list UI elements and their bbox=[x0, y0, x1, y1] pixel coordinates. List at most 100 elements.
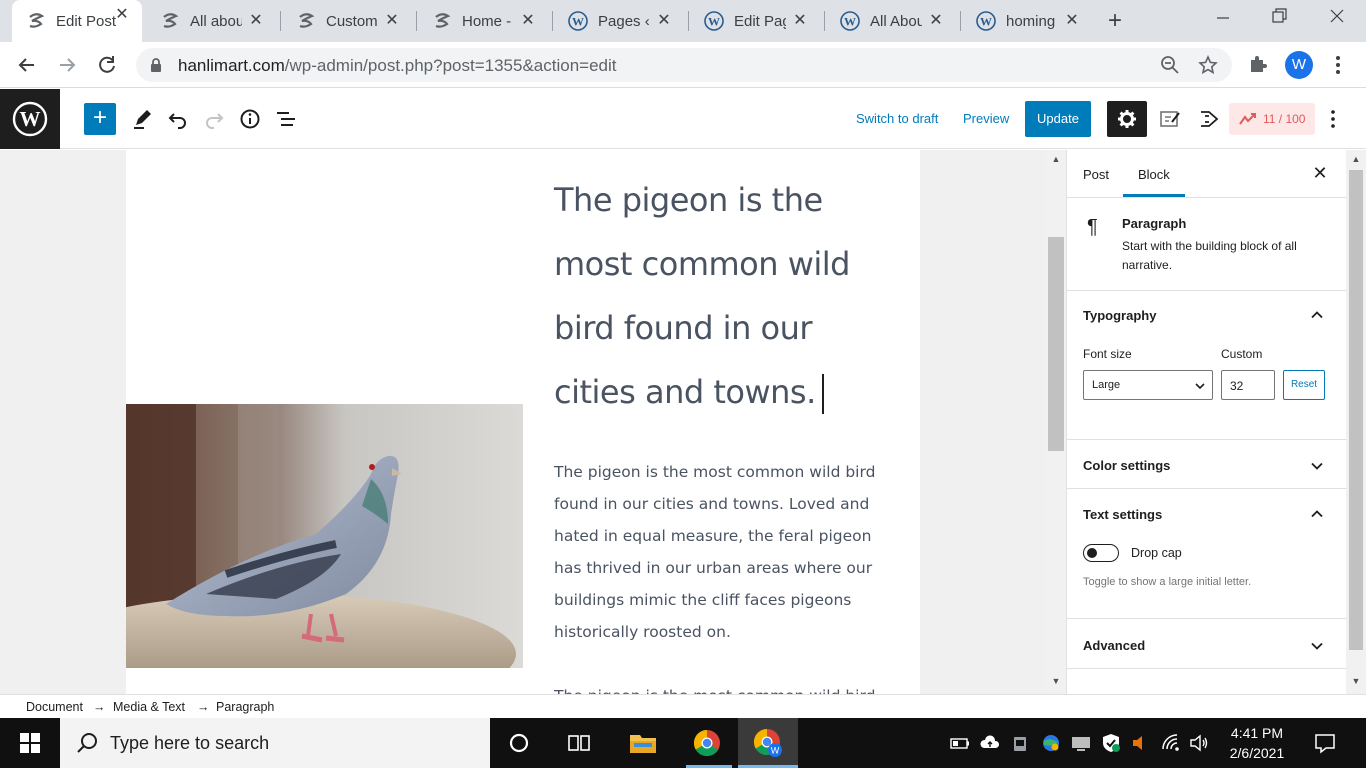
chevron-down-icon[interactable] bbox=[1310, 639, 1324, 653]
advanced-panel-toggle[interactable]: Advanced bbox=[1083, 638, 1145, 653]
minimize-button[interactable] bbox=[1208, 6, 1238, 32]
more-options-icon[interactable] bbox=[1326, 107, 1340, 131]
speaker-icon[interactable] bbox=[1189, 733, 1209, 753]
browser-tab[interactable]: W Pages ‹ I ✕ bbox=[554, 6, 684, 36]
custom-font-size-input[interactable]: 32 bbox=[1221, 370, 1275, 400]
system-clock[interactable]: 4:41 PM 2/6/2021 bbox=[1217, 723, 1297, 763]
close-tab-icon[interactable]: ✕ bbox=[246, 11, 266, 31]
security-shield-icon[interactable] bbox=[1101, 733, 1121, 753]
task-view-button[interactable] bbox=[562, 726, 596, 760]
zoom-icon[interactable] bbox=[1160, 55, 1180, 75]
undo-icon[interactable] bbox=[166, 107, 190, 131]
preview-button[interactable]: Preview bbox=[963, 111, 1009, 126]
wifi-icon[interactable] bbox=[1161, 733, 1181, 753]
globe-network-icon[interactable] bbox=[1041, 733, 1061, 753]
url-text[interactable]: hanlimart.com/wp-admin/post.php?post=135… bbox=[178, 56, 617, 76]
color-settings-panel-toggle[interactable]: Color settings bbox=[1083, 458, 1170, 473]
reload-icon[interactable] bbox=[94, 52, 120, 78]
media-text-block[interactable]: The pigeon is the most common wild bird … bbox=[126, 150, 920, 694]
font-size-select[interactable]: Large bbox=[1083, 370, 1213, 400]
close-tab-icon[interactable]: ✕ bbox=[926, 11, 946, 31]
scroll-up-icon[interactable]: ▲ bbox=[1346, 154, 1366, 170]
volume-muted-icon[interactable] bbox=[1131, 733, 1151, 753]
onedrive-upload-icon[interactable] bbox=[980, 733, 1000, 753]
text-settings-panel-toggle[interactable]: Text settings bbox=[1083, 507, 1162, 522]
address-bar[interactable]: hanlimart.com/wp-admin/post.php?post=135… bbox=[136, 48, 1232, 82]
tab-block[interactable]: Block bbox=[1138, 167, 1170, 182]
close-tab-icon[interactable]: ✕ bbox=[382, 11, 402, 31]
browser-menu-icon[interactable] bbox=[1330, 54, 1346, 76]
media-text-paragraph-next[interactable]: The pigeon is the most common wild bird bbox=[554, 680, 894, 694]
browser-tab-edit-post[interactable]: Edit Post ✕ bbox=[12, 0, 142, 42]
text-cursor bbox=[821, 374, 824, 414]
lock-icon[interactable] bbox=[150, 57, 162, 73]
close-tab-icon[interactable]: ✕ bbox=[654, 11, 674, 31]
canvas-scrollbar[interactable]: ▲ ▼ bbox=[1046, 150, 1066, 694]
drop-cap-toggle[interactable] bbox=[1083, 544, 1119, 562]
breadcrumb-document[interactable]: Document bbox=[26, 700, 83, 714]
start-button[interactable] bbox=[0, 718, 60, 768]
close-tab-icon[interactable]: ✕ bbox=[1062, 11, 1082, 31]
wordpress-icon: W bbox=[976, 11, 996, 31]
reset-font-size-button[interactable]: Reset bbox=[1283, 370, 1325, 400]
bookmark-star-icon[interactable] bbox=[1198, 55, 1218, 75]
forward-arrow-icon[interactable] bbox=[54, 52, 80, 78]
chevron-down-icon bbox=[1195, 383, 1205, 390]
chrome-taskbar-button[interactable] bbox=[690, 726, 724, 760]
profile-avatar[interactable]: W bbox=[1285, 51, 1313, 79]
media-text-paragraph[interactable]: The pigeon is the most common wild bird … bbox=[554, 456, 894, 648]
scrollbar-thumb[interactable] bbox=[1048, 237, 1064, 451]
notifications-icon[interactable] bbox=[1314, 732, 1336, 754]
chrome-profile-icon-wrap[interactable]: W bbox=[751, 726, 785, 760]
chevron-down-icon[interactable] bbox=[1310, 459, 1324, 473]
block-inserter-button[interactable]: + bbox=[84, 103, 116, 135]
browser-tab[interactable]: All about ✕ bbox=[146, 6, 276, 36]
scrollbar-thumb[interactable] bbox=[1349, 170, 1363, 650]
cortana-button[interactable] bbox=[502, 726, 536, 760]
extensions-puzzle-icon[interactable] bbox=[1247, 53, 1269, 75]
scroll-up-icon[interactable]: ▲ bbox=[1046, 154, 1066, 170]
typography-panel-toggle[interactable]: Typography bbox=[1083, 308, 1156, 323]
scroll-down-icon[interactable]: ▼ bbox=[1346, 676, 1366, 692]
restore-button[interactable] bbox=[1264, 6, 1294, 32]
browser-tab[interactable]: Customi ✕ bbox=[282, 6, 412, 36]
browser-tab[interactable]: W Edit Pag ✕ bbox=[690, 6, 820, 36]
close-tab-icon[interactable]: ✕ bbox=[790, 11, 810, 31]
browser-tab[interactable]: Home - ✕ bbox=[418, 6, 548, 36]
chevron-up-icon[interactable] bbox=[1310, 507, 1324, 521]
settings-button[interactable] bbox=[1107, 101, 1147, 137]
info-icon[interactable] bbox=[238, 107, 262, 131]
close-tab-icon[interactable]: ✕ bbox=[518, 11, 538, 31]
battery-icon[interactable] bbox=[950, 733, 970, 753]
redo-icon[interactable] bbox=[202, 107, 226, 131]
close-window-button[interactable] bbox=[1322, 6, 1352, 32]
wordpress-logo-button[interactable]: W bbox=[0, 89, 60, 149]
seo-editor-icon[interactable] bbox=[1158, 107, 1182, 131]
tab-post[interactable]: Post bbox=[1083, 167, 1109, 182]
back-arrow-icon[interactable] bbox=[14, 52, 40, 78]
file-explorer-button[interactable] bbox=[626, 726, 660, 760]
browser-tab[interactable]: W homing ✕ bbox=[962, 6, 1092, 36]
switch-to-draft-button[interactable]: Switch to draft bbox=[856, 111, 938, 126]
seo-score-badge[interactable]: 11 / 100 bbox=[1229, 103, 1315, 135]
pigeon-image[interactable] bbox=[126, 404, 523, 668]
scroll-down-icon[interactable]: ▼ bbox=[1046, 676, 1066, 692]
sidebar-scrollbar[interactable]: ▲ ▼ bbox=[1346, 150, 1366, 694]
rank-math-icon[interactable] bbox=[1197, 107, 1221, 131]
browser-tab[interactable]: W All Abou ✕ bbox=[826, 6, 956, 36]
display-icon[interactable] bbox=[1071, 733, 1091, 753]
tab-title: Customi bbox=[326, 12, 378, 30]
close-sidebar-icon[interactable]: ✕ bbox=[1310, 163, 1330, 184]
close-tab-icon[interactable]: ✕ bbox=[112, 5, 132, 25]
pencil-edit-icon[interactable] bbox=[130, 107, 154, 131]
drop-cap-label[interactable]: Drop cap bbox=[1131, 546, 1182, 560]
taskbar-search-box[interactable]: Type here to search bbox=[60, 718, 490, 768]
chevron-up-icon[interactable] bbox=[1310, 308, 1324, 322]
breadcrumb-media-text[interactable]: Media & Text bbox=[113, 700, 185, 714]
media-text-heading-paragraph[interactable]: The pigeon is the most common wild bird … bbox=[554, 168, 884, 424]
list-view-icon[interactable] bbox=[274, 107, 298, 131]
new-tab-button[interactable]: + bbox=[1102, 9, 1128, 35]
update-button[interactable]: Update bbox=[1025, 101, 1091, 137]
device-icon[interactable] bbox=[1011, 733, 1031, 753]
breadcrumb-paragraph[interactable]: Paragraph bbox=[216, 700, 274, 714]
